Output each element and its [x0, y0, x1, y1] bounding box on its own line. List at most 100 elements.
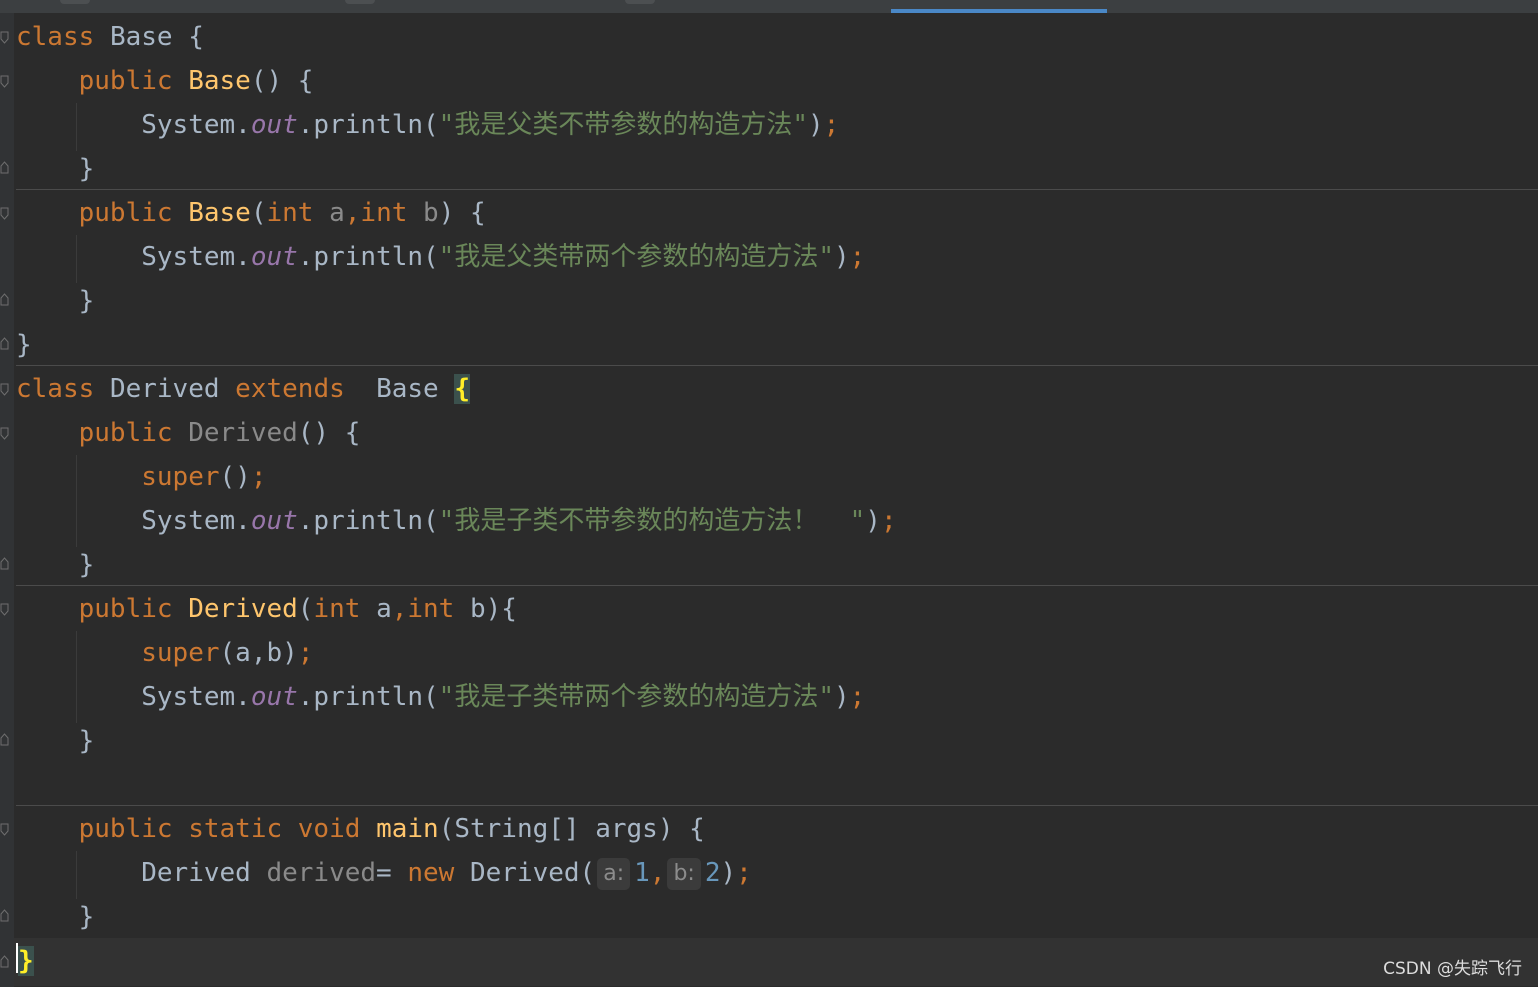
editor-tab-bar[interactable] — [0, 0, 1538, 13]
brace: } — [78, 154, 95, 184]
matched-brace: { — [454, 374, 470, 404]
keyword: class — [16, 22, 95, 52]
code-line[interactable]: public Derived(int a,int b){ — [16, 587, 517, 631]
matched-brace: } — [18, 946, 34, 976]
fold-marker-icon[interactable] — [0, 31, 9, 44]
parameter-hint: b: — [667, 858, 701, 890]
semicolon: ; — [849, 242, 866, 272]
code-text: ) — [865, 506, 881, 536]
unfold-marker-icon[interactable] — [0, 293, 9, 306]
keyword: public — [78, 66, 173, 96]
code-line[interactable]: System.out.println("我是子类不带参数的构造方法！ "); — [16, 499, 897, 543]
type-name: Derived — [141, 858, 251, 888]
semicolon: ; — [823, 110, 840, 140]
code-text: System. — [141, 110, 251, 140]
method-separator — [16, 805, 1538, 806]
semicolon: ; — [880, 506, 897, 536]
comma: , — [649, 858, 666, 888]
keyword: public — [78, 198, 173, 228]
param: a — [376, 594, 392, 624]
current-line-highlight — [14, 938, 1538, 986]
keyword: int — [313, 594, 361, 624]
unfold-marker-icon[interactable] — [0, 161, 9, 174]
unfold-marker-icon[interactable] — [0, 557, 9, 570]
parameter-hint: a: — [597, 858, 631, 890]
code-text: System. — [141, 506, 251, 536]
static-field: out — [250, 682, 298, 712]
code-text: (String[] args) { — [438, 814, 705, 844]
code-line[interactable]: public static void main(String[] args) { — [16, 807, 705, 851]
code-text: ) — [807, 110, 824, 140]
fold-marker-icon[interactable] — [0, 207, 9, 220]
code-text: (a,b) — [219, 638, 298, 668]
keyword: int — [407, 594, 455, 624]
code-line[interactable]: public Base(int a,int b) { — [16, 191, 486, 235]
unfold-marker-icon[interactable] — [0, 733, 9, 746]
code-text: System. — [141, 242, 251, 272]
code-line[interactable]: System.out.println("我是子类带两个参数的构造方法"); — [16, 675, 865, 719]
unfold-marker-icon[interactable] — [0, 337, 9, 350]
keyword: int — [360, 198, 408, 228]
class-name: Base — [376, 374, 439, 404]
code-line[interactable]: class Derived extends Base { — [16, 367, 470, 411]
keyword: new — [407, 858, 455, 888]
method-separator — [16, 189, 1538, 190]
code-text: = — [376, 858, 392, 888]
keyword: public — [78, 814, 173, 844]
semicolon: ; — [250, 462, 267, 492]
code-line[interactable]: } — [16, 543, 95, 587]
code-line[interactable]: public Base() { — [16, 59, 314, 103]
code-line[interactable]: super(); — [16, 455, 266, 499]
tab-icon — [625, 0, 655, 4]
code-editor[interactable]: class Base { public Base() { System.out.… — [0, 13, 1538, 987]
code-line[interactable]: } — [16, 279, 95, 323]
static-field: out — [250, 506, 298, 536]
brace: } — [78, 550, 95, 580]
brace: { — [188, 22, 204, 52]
code-line[interactable]: class Base { — [16, 15, 204, 59]
keyword: static — [188, 814, 283, 844]
code-line[interactable]: } — [16, 719, 95, 763]
fold-marker-icon[interactable] — [0, 823, 9, 836]
code-line[interactable]: } — [16, 939, 34, 983]
tab-icon — [345, 0, 375, 4]
unfold-marker-icon[interactable] — [0, 909, 9, 922]
static-field: out — [250, 110, 298, 140]
code-text: .println( — [297, 110, 439, 140]
string-literal: "我是子类不带参数的构造方法！ " — [438, 506, 866, 536]
method-separator — [16, 365, 1538, 366]
fold-marker-icon[interactable] — [0, 603, 9, 616]
fold-marker-icon[interactable] — [0, 427, 9, 440]
code-text: ) — [720, 858, 737, 888]
fold-marker-icon[interactable] — [0, 75, 9, 88]
method-separator — [16, 585, 1538, 586]
brace: } — [78, 286, 95, 316]
constructor-name: Derived — [188, 594, 298, 624]
code-text: ( — [250, 198, 267, 228]
constructor-name: Base — [188, 198, 251, 228]
code-text: () — [219, 462, 251, 492]
code-text: ( — [297, 594, 314, 624]
fold-marker-icon[interactable] — [0, 383, 9, 396]
keyword: class — [16, 374, 95, 404]
semicolon: ; — [297, 638, 314, 668]
string-literal: "我是父类带两个参数的构造方法" — [438, 242, 834, 272]
code-line[interactable]: public Derived() { — [16, 411, 361, 455]
code-line[interactable]: System.out.println("我是父类带两个参数的构造方法"); — [16, 235, 865, 279]
code-line[interactable]: Derived derived= new Derived(a: 1, b: 2); — [16, 851, 752, 895]
comma: , — [344, 198, 361, 228]
code-line[interactable]: } — [16, 323, 32, 367]
semicolon: ; — [736, 858, 752, 888]
code-line[interactable]: super(a,b); — [16, 631, 313, 675]
unfold-marker-icon[interactable] — [0, 955, 9, 968]
code-line[interactable]: } — [16, 895, 95, 939]
string-literal: "我是子类带两个参数的构造方法" — [438, 682, 834, 712]
number-literal: 1 — [634, 858, 650, 888]
comma: , — [391, 594, 408, 624]
code-text: ) — [833, 242, 850, 272]
code-line[interactable]: System.out.println("我是父类不带参数的构造方法"); — [16, 103, 839, 147]
string-literal: "我是父类不带参数的构造方法" — [438, 110, 808, 140]
code-line[interactable]: } — [16, 147, 95, 191]
keyword: public — [78, 594, 173, 624]
code-text: b){ — [470, 594, 517, 624]
